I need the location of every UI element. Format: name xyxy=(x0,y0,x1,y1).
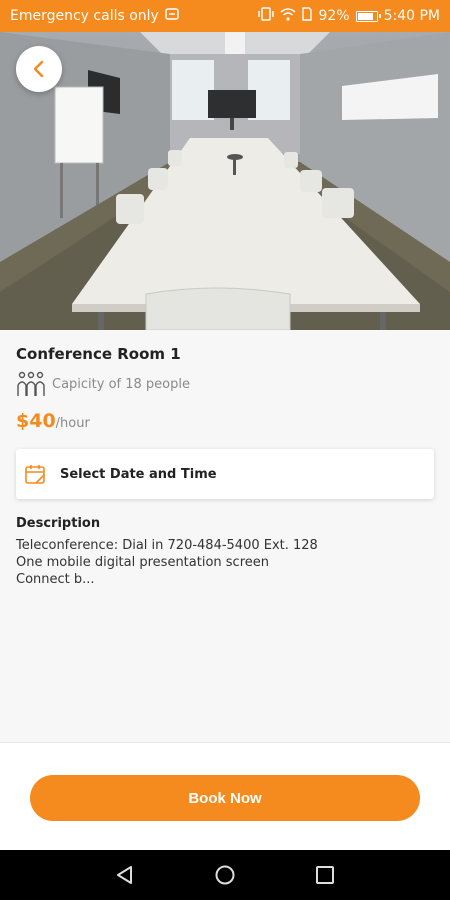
price-amount: $40 xyxy=(16,410,56,432)
back-nav-icon[interactable] xyxy=(114,864,136,886)
capacity-row: Capicity of 18 people xyxy=(16,370,190,398)
room-title: Conference Room 1 xyxy=(16,345,181,363)
select-date-time-button[interactable]: Select Date and Time xyxy=(16,449,434,499)
battery-icon xyxy=(355,10,381,22)
wifi-icon xyxy=(280,7,296,25)
book-now-button[interactable]: Book Now xyxy=(30,775,420,821)
description-line: Teleconference: Dial in 720-484-5400 Ext… xyxy=(16,538,318,553)
home-nav-icon[interactable] xyxy=(214,864,236,886)
status-right: 92% 5:40 PM xyxy=(258,7,440,25)
description-line: Connect b... xyxy=(16,572,95,587)
status-left: Emergency calls only xyxy=(10,8,179,24)
back-button[interactable] xyxy=(16,46,62,92)
capacity-text: Capicity of 18 people xyxy=(52,376,190,392)
description-text: Teleconference: Dial in 720-484-5400 Ext… xyxy=(16,537,436,588)
chevron-left-icon xyxy=(33,60,44,78)
bottom-action-bar: Book Now xyxy=(0,742,450,850)
recents-nav-icon[interactable] xyxy=(314,864,336,886)
price-unit: /hour xyxy=(55,416,90,431)
calendar-icon xyxy=(25,465,45,484)
select-date-time-label: Select Date and Time xyxy=(60,466,217,482)
sim-icon xyxy=(302,7,313,25)
battery-fill xyxy=(357,12,374,20)
status-bar: Emergency calls only 92% 5:40 PM xyxy=(0,0,450,32)
vibrate-icon xyxy=(258,7,275,25)
conference-room-photo xyxy=(0,32,450,330)
description-title: Description xyxy=(16,516,101,531)
battery-percent: 92% xyxy=(318,8,350,24)
people-icon xyxy=(17,371,45,396)
carrier-text: Emergency calls only xyxy=(10,8,159,24)
system-nav-bar xyxy=(0,850,450,900)
description-line: One mobile digital presentation screen xyxy=(16,555,269,570)
status-time: 5:40 PM xyxy=(383,8,440,24)
price: $40 /hour xyxy=(16,410,90,432)
notification-icon xyxy=(165,8,179,24)
room-illustration xyxy=(0,32,450,330)
